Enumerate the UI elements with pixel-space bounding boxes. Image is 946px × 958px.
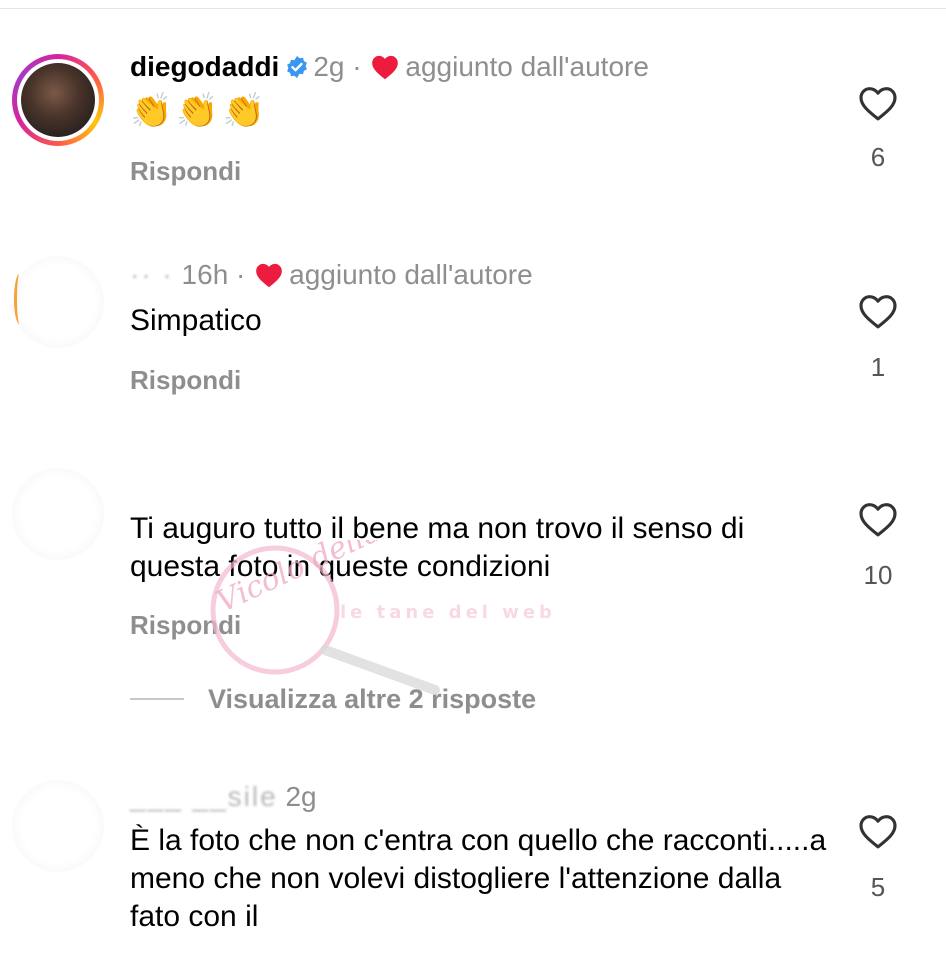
avatar[interactable] [12,468,104,560]
like-count: 5 [870,872,886,902]
reply-button[interactable]: Rispondi [130,365,241,396]
author-like-label: aggiunto dall'autore [289,259,533,290]
heart-filled-icon [372,55,399,80]
like-count: 10 [863,560,893,590]
reply-button[interactable]: Rispondi [130,610,241,641]
comment-meta: diegodaddi 2g · aggiunto dall'autore [130,51,649,82]
avatar[interactable] [12,256,104,348]
like-count: 6 [870,142,886,172]
avatar[interactable] [12,780,104,872]
heart-outline-icon[interactable] [858,812,898,850]
comment-time: 2g [313,51,345,82]
heart-outline-icon[interactable] [858,292,898,330]
like-count: 1 [870,352,886,382]
comment-text: 👏👏👏 [130,92,270,130]
view-more-replies-button[interactable]: Visualizza altre 2 risposte [130,682,536,716]
reply-button[interactable]: Rispondi [130,156,241,187]
top-divider [0,8,946,9]
verified-badge-icon [287,56,308,78]
comment-text: È la foto che non c'entra con quello che… [130,824,827,933]
divider-dash [130,698,184,700]
comment-text: Simpatico [130,304,262,337]
watermark-subtitle: le tane del web [340,602,556,623]
view-more-replies-label: Visualizza altre 2 risposte [208,683,537,714]
heart-filled-icon [256,263,282,288]
heart-outline-icon[interactable] [858,84,898,122]
comment-time: 16h [181,259,229,290]
heart-outline-icon[interactable] [858,500,898,538]
comment-text: Ti auguro tutto il bene ma non trovo il … [130,512,745,583]
avatar[interactable] [12,54,104,146]
username[interactable]: ___ __sile [130,781,278,812]
comment-time: 2g [285,781,317,812]
comment-meta: ___ __sile 2g [130,780,317,814]
username[interactable]: diegodaddi [130,51,279,82]
author-like-label: aggiunto dall'autore [405,51,649,82]
username[interactable]: ·· · [130,259,174,290]
comment-meta: ·· · 16h · aggiunto dall'autore [130,259,533,290]
